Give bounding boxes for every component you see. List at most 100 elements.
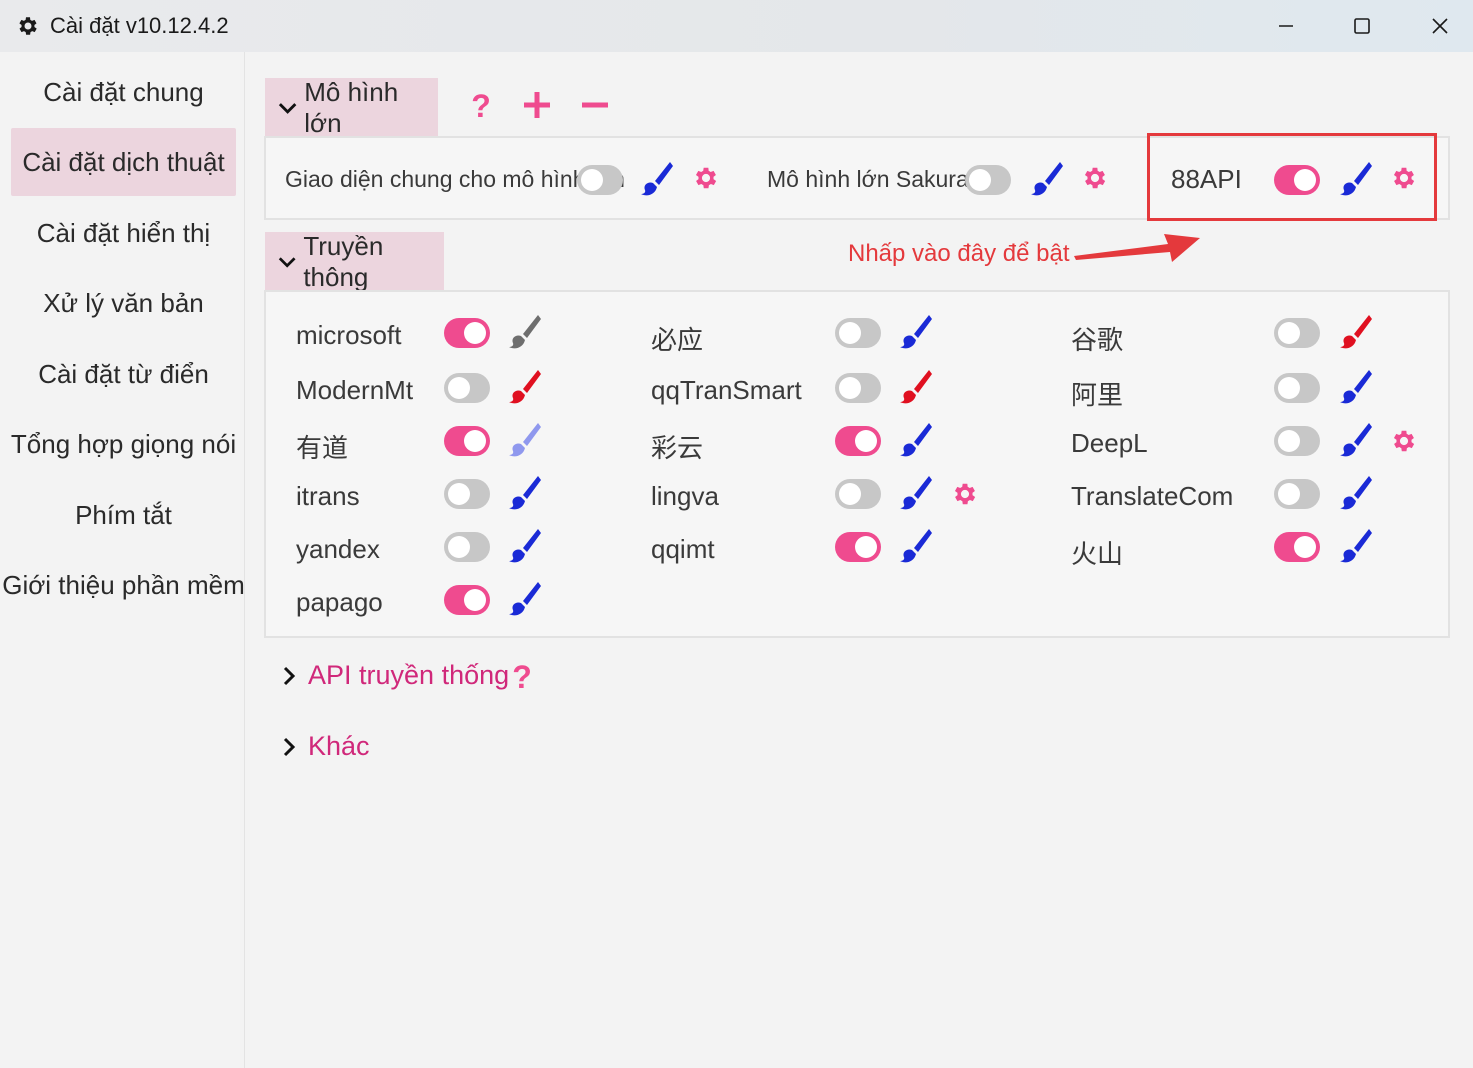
- engine-toggle-caiyun[interactable]: [835, 426, 881, 456]
- llm-general-toggle[interactable]: [577, 165, 623, 195]
- llm-sakura-toggle[interactable]: [965, 165, 1011, 195]
- help-icon[interactable]: ?: [506, 660, 538, 692]
- engine-label: 彩云: [651, 433, 704, 463]
- brush-icon[interactable]: [1339, 368, 1373, 404]
- brush-icon[interactable]: [899, 368, 933, 404]
- window-title: Cài đặt v10.12.4.2: [50, 13, 229, 38]
- maximize-button[interactable]: [1332, 6, 1392, 46]
- sidebar-item-label: Cài đặt từ điển: [38, 358, 209, 389]
- engine-label: DeepL: [1071, 428, 1148, 458]
- sidebar-item-label: Giới thiệu phần mềm: [2, 569, 245, 600]
- api-section-header[interactable]: API truyền thống: [278, 660, 509, 691]
- svg-text:?: ?: [512, 660, 532, 692]
- sidebar-item-label: Cài đặt hiển thị: [36, 217, 211, 248]
- brush-icon[interactable]: [899, 527, 933, 563]
- llm-section-title: Mô hình lớn: [304, 77, 399, 138]
- close-button[interactable]: [1410, 6, 1470, 46]
- engine-toggle-lingva[interactable]: [835, 479, 881, 509]
- minimize-icon: [1279, 25, 1293, 27]
- engine-label: lingva: [651, 481, 719, 511]
- engine-label: papago: [296, 587, 383, 617]
- engine-toggle-ali[interactable]: [1274, 373, 1320, 403]
- help-icon[interactable]: ?: [465, 89, 497, 121]
- engine-toggle-modernmt[interactable]: [444, 373, 490, 403]
- brush-icon[interactable]: [1030, 160, 1064, 196]
- highlight-box: [1147, 133, 1437, 221]
- sidebar-item-hotkeys[interactable]: Phím tắt: [11, 481, 236, 549]
- traditional-section-title: Truyền thông: [303, 231, 384, 292]
- maximize-icon: [1354, 18, 1370, 34]
- brush-icon[interactable]: [640, 160, 674, 196]
- brush-icon[interactable]: [508, 580, 542, 616]
- engine-label: 谷歌: [1071, 325, 1124, 355]
- brush-icon[interactable]: [1339, 474, 1373, 510]
- gear-icon[interactable]: [1081, 164, 1109, 192]
- sidebar-item-text-processing[interactable]: Xử lý văn bản: [11, 269, 236, 337]
- engine-toggle-huoshan[interactable]: [1274, 532, 1320, 562]
- engine-toggle-qqimt[interactable]: [835, 532, 881, 562]
- engine-toggle-yandex[interactable]: [444, 532, 490, 562]
- brush-icon[interactable]: [899, 313, 933, 349]
- sidebar-item-about[interactable]: Giới thiệu phần mềm: [2, 551, 245, 619]
- brush-icon[interactable]: [508, 474, 542, 510]
- brush-icon[interactable]: [1339, 421, 1373, 457]
- engine-toggle-microsoft[interactable]: [444, 318, 490, 348]
- chevron-right-icon: [283, 737, 296, 756]
- engine-label: 火山: [1071, 539, 1124, 569]
- engine-label: qqimt: [651, 534, 715, 564]
- gear-icon[interactable]: [951, 480, 979, 508]
- engine-label: ModernMt: [296, 375, 414, 405]
- sidebar-item-general[interactable]: Cài đặt chung: [11, 58, 236, 126]
- api-section-title: API truyền thống: [308, 660, 510, 690]
- engine-toggle-google[interactable]: [1274, 318, 1320, 348]
- engine-label: 有道: [296, 433, 349, 463]
- engine-toggle-translatecom[interactable]: [1274, 479, 1320, 509]
- title-bar: Cài đặt v10.12.4.2: [0, 0, 1473, 52]
- engine-label: TranslateCom: [1071, 481, 1234, 511]
- minimize-button[interactable]: [1256, 6, 1316, 46]
- brush-icon[interactable]: [508, 527, 542, 563]
- llm-item-label: Giao diện chung cho mô hình lớn: [285, 166, 625, 192]
- sidebar-item-label: Cài đặt chung: [43, 76, 204, 107]
- chevron-down-icon: [278, 103, 297, 114]
- brush-icon[interactable]: [899, 474, 933, 510]
- sidebar-item-label: Cài đặt dịch thuật: [22, 146, 225, 177]
- engine-toggle-papago[interactable]: [444, 585, 490, 615]
- gear-icon: [19, 17, 37, 35]
- add-icon[interactable]: [521, 89, 553, 121]
- llm-section-header[interactable]: Mô hình lớn: [265, 77, 438, 138]
- brush-icon[interactable]: [508, 421, 542, 457]
- llm-item-label: Mô hình lớn Sakura: [767, 166, 969, 192]
- engine-toggle-itrans[interactable]: [444, 479, 490, 509]
- engine-toggle-bing[interactable]: [835, 318, 881, 348]
- brush-icon[interactable]: [1339, 527, 1373, 563]
- engine-toggle-qqtransmart[interactable]: [835, 373, 881, 403]
- other-section-header[interactable]: Khác: [278, 731, 370, 762]
- chevron-down-icon: [278, 257, 296, 268]
- svg-text:?: ?: [471, 89, 491, 121]
- sidebar-item-dictionary[interactable]: Cài đặt từ điển: [11, 340, 236, 408]
- arrow-icon: [1074, 234, 1200, 262]
- brush-icon[interactable]: [1339, 313, 1373, 349]
- close-icon: [1432, 18, 1448, 34]
- engine-toggle-youdao[interactable]: [444, 426, 490, 456]
- other-section-title: Khác: [308, 731, 370, 761]
- engine-label: 必应: [651, 325, 704, 355]
- brush-icon[interactable]: [508, 368, 542, 404]
- brush-icon[interactable]: [508, 313, 542, 349]
- sidebar-item-display[interactable]: Cài đặt hiển thị: [11, 199, 236, 267]
- sidebar-item-translation[interactable]: Cài đặt dịch thuật: [11, 128, 236, 196]
- sidebar: Cài đặt chung Cài đặt dịch thuật Cài đặt…: [0, 52, 245, 1068]
- remove-icon[interactable]: [579, 89, 611, 121]
- annotation-note: Nhấp vào đây để bật: [848, 240, 1070, 267]
- sidebar-item-label: Xử lý văn bản: [43, 287, 204, 318]
- brush-icon[interactable]: [899, 421, 933, 457]
- traditional-section-header[interactable]: Truyền thông: [265, 231, 444, 292]
- gear-icon[interactable]: [1390, 427, 1418, 455]
- sidebar-item-tts[interactable]: Tổng hợp giọng nói: [11, 410, 236, 478]
- engine-toggle-deepl[interactable]: [1274, 426, 1320, 456]
- engine-label: qqTranSmart: [651, 375, 802, 405]
- chevron-right-icon: [283, 666, 296, 685]
- sidebar-item-label: Tổng hợp giọng nói: [10, 428, 237, 459]
- gear-icon[interactable]: [692, 164, 720, 192]
